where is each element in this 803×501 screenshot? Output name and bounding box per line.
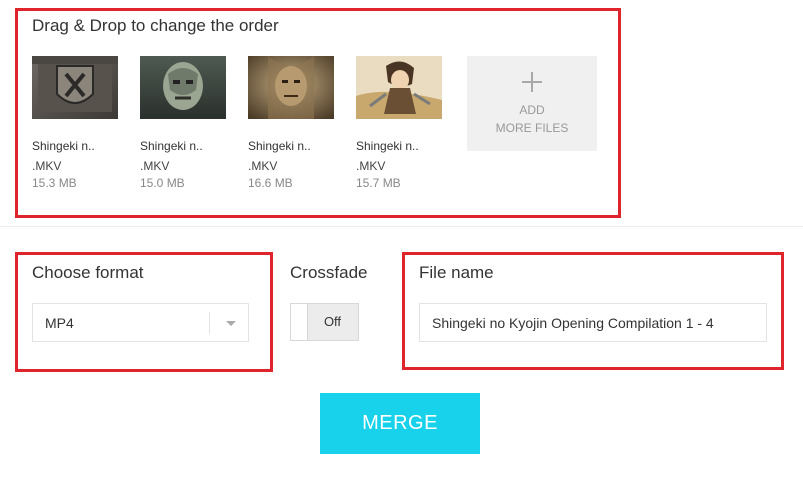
file-card-4[interactable]: Shingeki n.. .MKV 15.7 MB bbox=[356, 56, 444, 196]
file-name-label: File name bbox=[419, 263, 494, 282]
format-selected-value: MP4 bbox=[45, 315, 74, 331]
crossfade-toggle[interactable]: Off bbox=[290, 303, 359, 341]
format-select[interactable]: MP4 bbox=[32, 303, 249, 342]
add-more-line1: ADD bbox=[519, 103, 545, 117]
toggle-knob bbox=[291, 304, 308, 340]
file-size: 15.0 MB bbox=[140, 176, 185, 190]
add-more-line2: MORE FILES bbox=[495, 121, 569, 135]
chevron-down-icon bbox=[226, 321, 236, 326]
merge-button[interactable]: MERGE bbox=[320, 393, 480, 454]
file-card-3[interactable]: Shingeki n.. .MKV 16.6 MB bbox=[248, 56, 336, 196]
file-extension: .MKV bbox=[140, 159, 170, 173]
crossfade-label: Crossfade bbox=[290, 263, 368, 282]
file-card-2[interactable]: Shingeki n.. .MKV 15.0 MB bbox=[140, 56, 228, 196]
section-divider bbox=[0, 226, 803, 227]
file-size: 16.6 MB bbox=[248, 176, 293, 190]
file-thumbnail-4 bbox=[356, 56, 442, 119]
file-card-1[interactable]: Shingeki n.. .MKV 15.3 MB bbox=[32, 56, 120, 196]
file-size: 15.3 MB bbox=[32, 176, 77, 190]
file-name: Shingeki n.. bbox=[32, 139, 95, 153]
file-extension: .MKV bbox=[356, 159, 386, 173]
file-name: Shingeki n.. bbox=[356, 139, 419, 153]
file-extension: .MKV bbox=[248, 159, 278, 173]
file-thumbnail-1 bbox=[32, 56, 118, 119]
file-thumbnail-2 bbox=[140, 56, 226, 119]
add-more-files-button[interactable]: ADD MORE FILES bbox=[467, 56, 597, 151]
file-name: Shingeki n.. bbox=[140, 139, 203, 153]
file-name: Shingeki n.. bbox=[248, 139, 311, 153]
files-heading: Drag & Drop to change the order bbox=[32, 16, 279, 35]
file-size: 15.7 MB bbox=[356, 176, 401, 190]
plus-icon bbox=[522, 72, 542, 92]
select-separator bbox=[209, 312, 210, 334]
choose-format-label: Choose format bbox=[32, 263, 144, 282]
file-extension: .MKV bbox=[32, 159, 62, 173]
file-thumbnail-3 bbox=[248, 56, 334, 119]
crossfade-state: Off bbox=[323, 314, 342, 329]
file-name-input[interactable] bbox=[419, 303, 767, 342]
